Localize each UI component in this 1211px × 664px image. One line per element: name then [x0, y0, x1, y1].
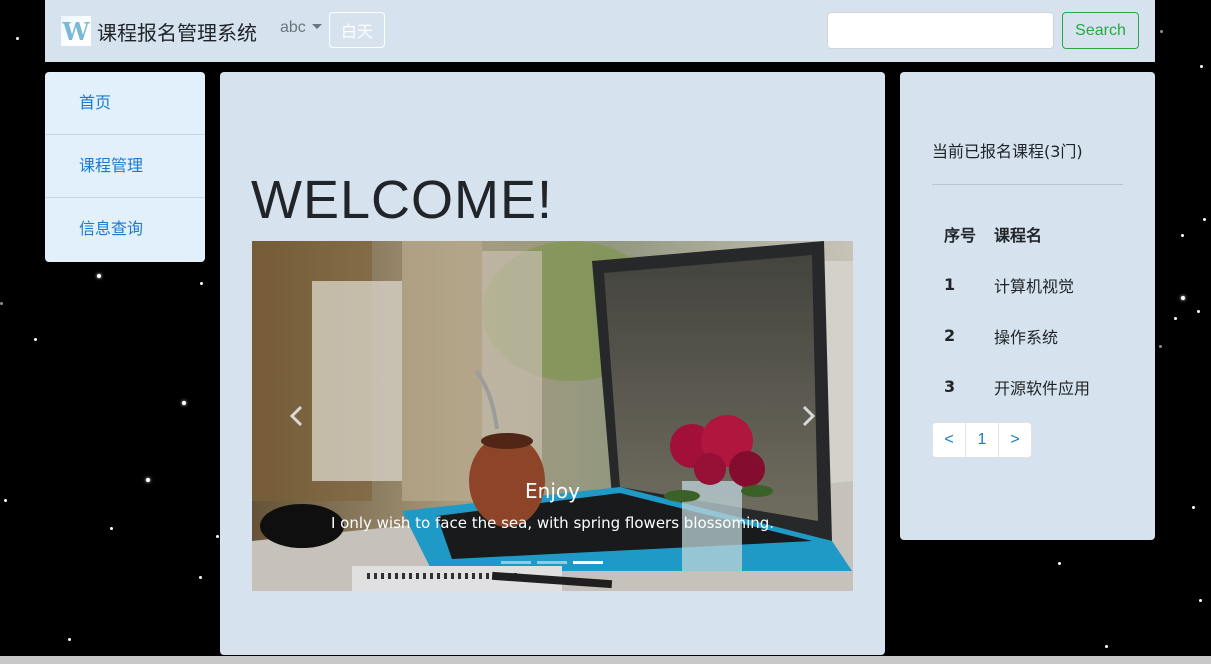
sidebar-item-home[interactable]: 首页	[45, 72, 205, 135]
table-header-row: 序号 课程名	[932, 209, 1091, 259]
table-row: 3 开源软件应用	[932, 361, 1091, 412]
row-course-name: 操作系统	[994, 327, 1059, 347]
window-bottom-bar	[0, 656, 1211, 664]
course-table: 序号 课程名 1 计算机视觉 2 操作系统 3 开源软件应用	[932, 209, 1091, 412]
chevron-left-icon[interactable]	[282, 401, 312, 431]
row-index: 2	[944, 326, 956, 345]
sidebar-item-info-query[interactable]: 信息查询	[45, 198, 205, 260]
table-row: 1 计算机视觉	[932, 259, 1091, 310]
carousel-caption-text: I only wish to face the sea, with spring…	[330, 514, 775, 532]
brand-logo: W	[61, 16, 91, 46]
sidebar-item-course-management[interactable]: 课程管理	[45, 135, 205, 198]
carousel-indicator-3[interactable]	[573, 561, 603, 564]
carousel-indicator-2[interactable]	[537, 561, 567, 564]
user-dropdown-label: abc	[280, 19, 306, 36]
carousel-indicators	[501, 561, 603, 564]
table-row: 2 操作系统	[932, 310, 1091, 361]
page-1-button[interactable]: 1	[965, 422, 999, 458]
chevron-right-icon[interactable]	[793, 401, 823, 431]
page-next-button[interactable]: >	[998, 422, 1032, 458]
search-input[interactable]	[827, 12, 1054, 49]
brand-title: 课程报名管理系统	[97, 20, 257, 45]
row-index: 3	[944, 377, 956, 396]
row-course-name: 开源软件应用	[994, 378, 1091, 398]
image-carousel[interactable]: Enjoy I only wish to face the sea, with …	[252, 241, 853, 591]
carousel-indicator-1[interactable]	[501, 561, 531, 564]
carousel-slide-image	[252, 241, 853, 591]
carousel-caption-title: Enjoy	[525, 479, 580, 503]
welcome-heading: WELCOME!	[251, 170, 554, 230]
main-content-card: WELCOME! Enjoy I only wish to face the s…	[220, 72, 885, 655]
enrolled-count-title: 当前已报名课程(3门)	[932, 142, 1083, 161]
row-index: 1	[944, 275, 956, 294]
top-navbar: W 课程报名管理系统 abc 白天 Search	[45, 0, 1155, 62]
user-dropdown[interactable]: abc	[280, 19, 323, 37]
search-button[interactable]: Search	[1062, 12, 1139, 49]
caret-down-icon	[312, 24, 323, 29]
day-mode-button[interactable]: 白天	[329, 12, 385, 48]
row-course-name: 计算机视觉	[994, 276, 1075, 296]
page-prev-button[interactable]: <	[932, 422, 966, 458]
brand[interactable]: W 课程报名管理系统	[61, 16, 257, 46]
divider	[932, 184, 1123, 185]
pagination: < 1 >	[932, 422, 1032, 458]
header-index: 序号	[944, 226, 977, 245]
enrolled-courses-panel: 当前已报名课程(3门) 序号 课程名 1 计算机视觉 2 操作系统 3 开源软件…	[900, 72, 1155, 540]
sidebar-nav: 首页 课程管理 信息查询	[45, 72, 205, 262]
header-course-name: 课程名	[994, 226, 1043, 245]
